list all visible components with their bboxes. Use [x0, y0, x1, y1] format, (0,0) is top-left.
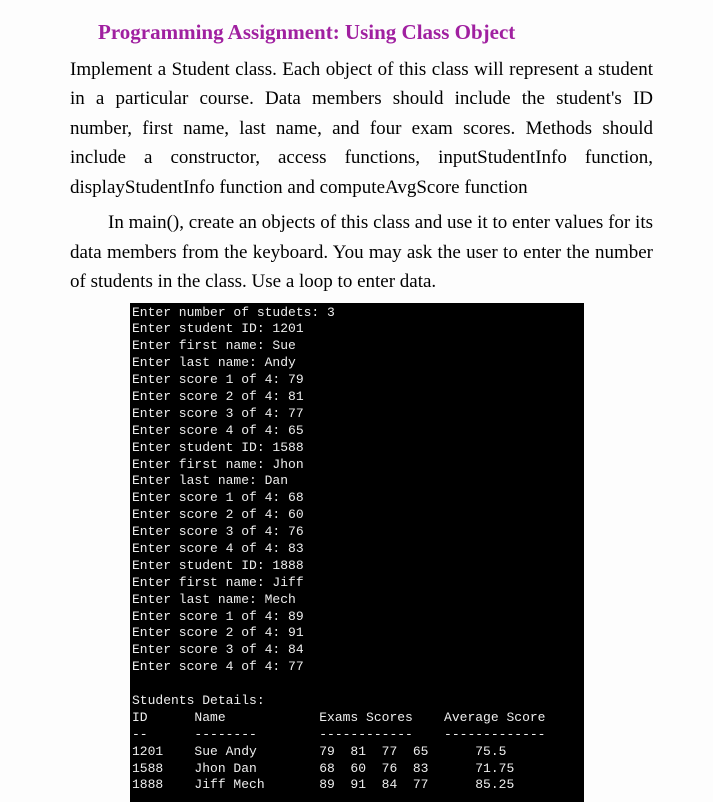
console-output: Enter number of studets: 3 Enter student…: [130, 303, 584, 802]
paragraph-1: Implement a Student class. Each object o…: [70, 55, 653, 202]
assignment-title: Programming Assignment: Using Class Obje…: [98, 20, 653, 45]
paragraph-2: In main(), create an objects of this cla…: [70, 208, 653, 296]
